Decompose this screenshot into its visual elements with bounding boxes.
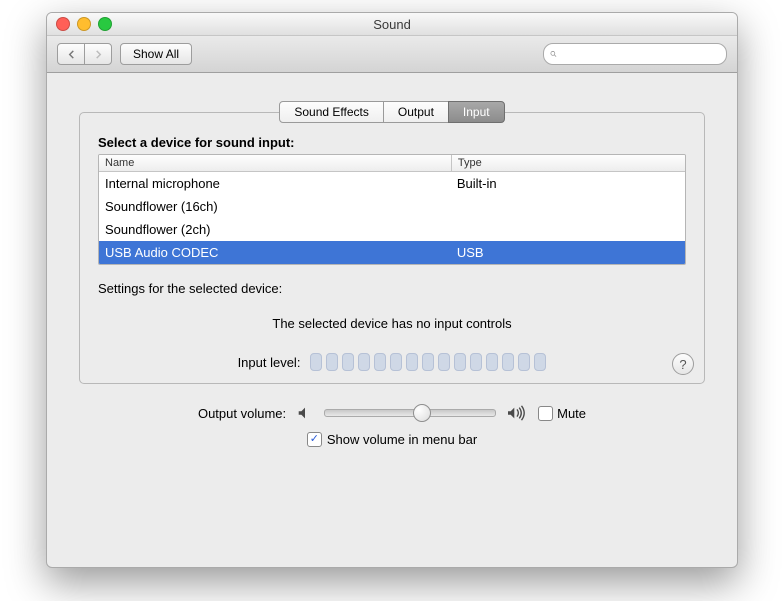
input-pane: Select a device for sound input: Name Ty…	[79, 112, 705, 384]
column-header-name[interactable]: Name	[99, 155, 452, 171]
content: Sound EffectsOutputInput Select a device…	[47, 73, 737, 459]
search-field[interactable]	[543, 43, 727, 65]
level-segment	[358, 353, 370, 371]
close-button[interactable]	[56, 17, 70, 31]
device-table: Name Type Internal microphoneBuilt-inSou…	[98, 154, 686, 265]
input-level-row: Input level:	[98, 353, 686, 371]
device-type	[451, 218, 685, 241]
show-in-menubar-row: ✓ Show volume in menu bar	[79, 432, 705, 447]
level-segment	[438, 353, 450, 371]
level-segment	[470, 353, 482, 371]
level-segment	[342, 353, 354, 371]
show-in-menubar-checkbox[interactable]: ✓	[307, 432, 322, 447]
output-volume-slider[interactable]	[324, 409, 496, 417]
back-button[interactable]	[57, 43, 85, 65]
help-button[interactable]: ?	[672, 353, 694, 375]
input-level-label: Input level:	[238, 355, 301, 370]
minimize-button[interactable]	[77, 17, 91, 31]
no-input-controls-text: The selected device has no input control…	[98, 316, 686, 331]
level-segment	[518, 353, 530, 371]
search-input[interactable]	[561, 46, 720, 62]
device-table-header: Name Type	[99, 155, 685, 172]
level-segment	[326, 353, 338, 371]
speaker-low-icon	[296, 404, 314, 422]
input-level-meter	[310, 353, 546, 371]
show-all-button[interactable]: Show All	[120, 43, 192, 65]
settings-for-device-label: Settings for the selected device:	[98, 281, 686, 296]
device-row[interactable]: Internal microphoneBuilt-in	[99, 172, 685, 195]
sound-preferences-window: Sound Show All Sound EffectsOutputInput …	[46, 12, 738, 568]
mute-wrap: Mute	[538, 406, 586, 421]
device-type	[451, 195, 685, 218]
level-segment	[374, 353, 386, 371]
toolbar: Show All	[47, 36, 737, 73]
show-in-menubar-label: Show volume in menu bar	[327, 432, 477, 447]
chevron-left-icon	[67, 50, 76, 59]
slider-thumb[interactable]	[413, 404, 431, 422]
zoom-button[interactable]	[98, 17, 112, 31]
select-device-header: Select a device for sound input:	[98, 135, 686, 150]
forward-button[interactable]	[84, 43, 112, 65]
column-header-type[interactable]: Type	[452, 155, 685, 171]
help-icon: ?	[679, 357, 686, 372]
titlebar: Sound	[47, 13, 737, 36]
tabs: Sound EffectsOutputInput	[79, 101, 705, 123]
level-segment	[454, 353, 466, 371]
device-name: Soundflower (2ch)	[99, 218, 451, 241]
speaker-high-icon	[506, 404, 528, 422]
device-name: USB Audio CODEC	[99, 241, 451, 264]
window-title: Sound	[47, 17, 737, 32]
level-segment	[310, 353, 322, 371]
level-segment	[422, 353, 434, 371]
level-segment	[486, 353, 498, 371]
device-row[interactable]: Soundflower (2ch)	[99, 218, 685, 241]
tab-sound-effects[interactable]: Sound Effects	[279, 101, 384, 123]
nav-buttons	[57, 43, 112, 65]
level-segment	[406, 353, 418, 371]
tab-output[interactable]: Output	[383, 101, 449, 123]
tab-input[interactable]: Input	[448, 101, 505, 123]
device-name: Internal microphone	[99, 172, 451, 195]
device-row[interactable]: Soundflower (16ch)	[99, 195, 685, 218]
device-type: USB	[451, 241, 685, 264]
chevron-right-icon	[94, 50, 103, 59]
device-name: Soundflower (16ch)	[99, 195, 451, 218]
level-segment	[390, 353, 402, 371]
device-type: Built-in	[451, 172, 685, 195]
device-row[interactable]: USB Audio CODECUSB	[99, 241, 685, 264]
search-icon	[550, 48, 557, 60]
output-volume-row: Output volume: Mute	[79, 404, 705, 422]
level-segment	[534, 353, 546, 371]
level-segment	[502, 353, 514, 371]
show-all-label: Show All	[133, 47, 179, 61]
traffic-lights	[47, 17, 112, 31]
mute-checkbox[interactable]	[538, 406, 553, 421]
output-volume-label: Output volume:	[198, 406, 286, 421]
mute-label: Mute	[557, 406, 586, 421]
